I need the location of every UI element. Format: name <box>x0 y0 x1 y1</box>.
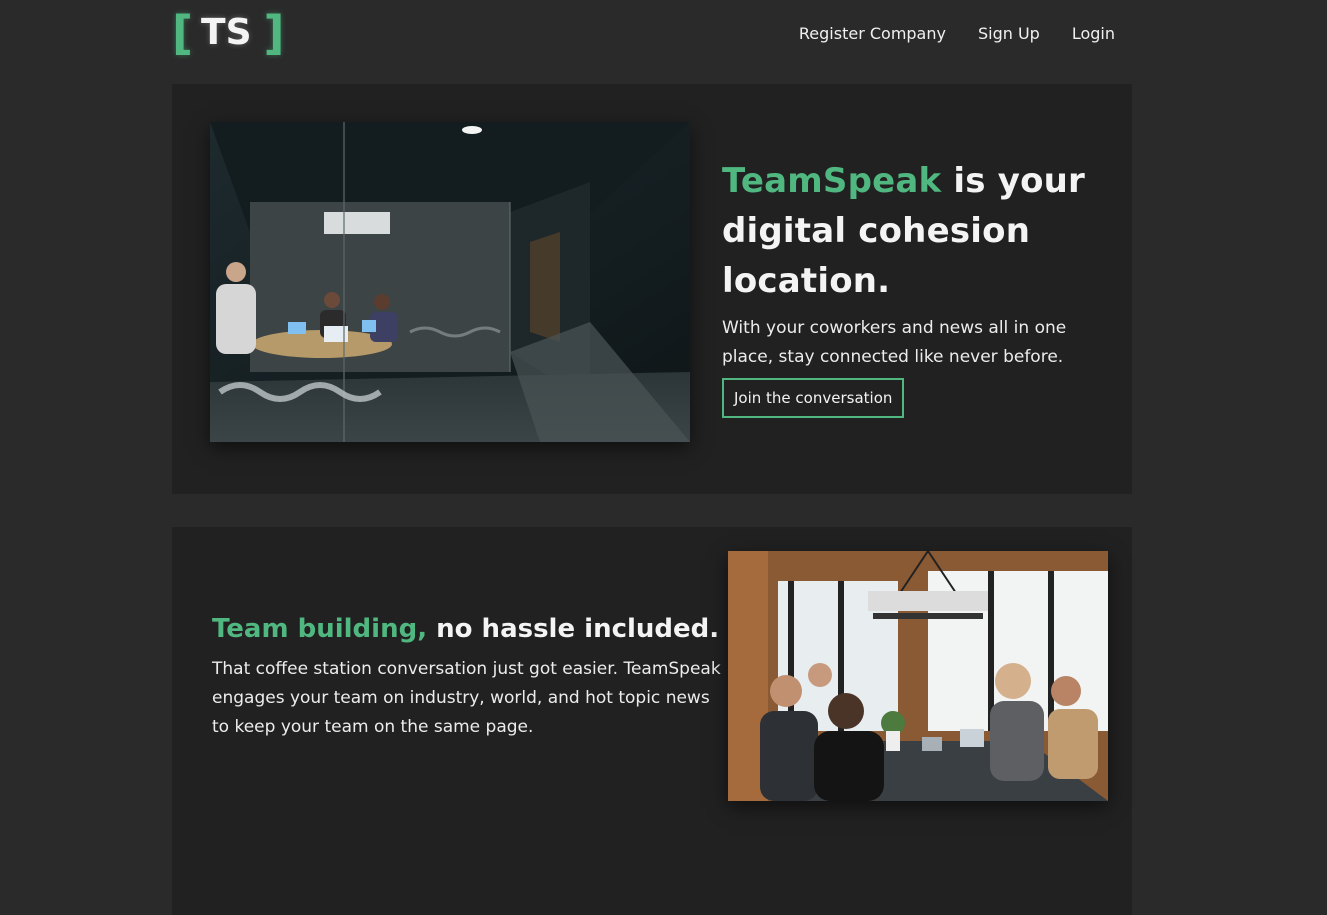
sign-up-link[interactable]: Sign Up <box>978 22 1040 46</box>
hero-subtitle: With your coworkers and news all in one … <box>722 318 1067 367</box>
hero-card: TeamSpeak is your digital cohesion locat… <box>172 84 1132 494</box>
logo-text: TS <box>201 12 252 53</box>
register-company-link[interactable]: Register Company <box>799 22 946 46</box>
team-building-card: Team building, no hassle included. That … <box>172 527 1132 915</box>
logo-bracket-left: [ <box>172 6 194 60</box>
section-title: Team building, no hassle included. <box>212 611 732 647</box>
team-meeting-photo <box>728 551 1108 801</box>
login-link[interactable]: Login <box>1072 22 1115 46</box>
office-photo <box>210 122 690 442</box>
section-body: That coffee station conversation just go… <box>212 659 721 737</box>
hero-title-accent: TeamSpeak <box>722 161 942 201</box>
logo-bracket-right: ] <box>263 6 285 60</box>
join-conversation-button[interactable]: Join the conversation <box>722 378 905 418</box>
team-meeting-photo-icon <box>728 551 1108 801</box>
office-photo-icon <box>210 122 690 442</box>
logo[interactable]: [ TS ] <box>172 6 285 60</box>
top-nav: Register Company Sign Up Login <box>799 22 1115 46</box>
page: [ TS ] Register Company Sign Up Login Te… <box>0 0 1327 915</box>
hero-title: TeamSpeak is your digital cohesion locat… <box>722 156 1102 306</box>
section-title-rest: no hassle included. <box>427 614 720 644</box>
section-title-accent: Team building, <box>212 614 428 644</box>
